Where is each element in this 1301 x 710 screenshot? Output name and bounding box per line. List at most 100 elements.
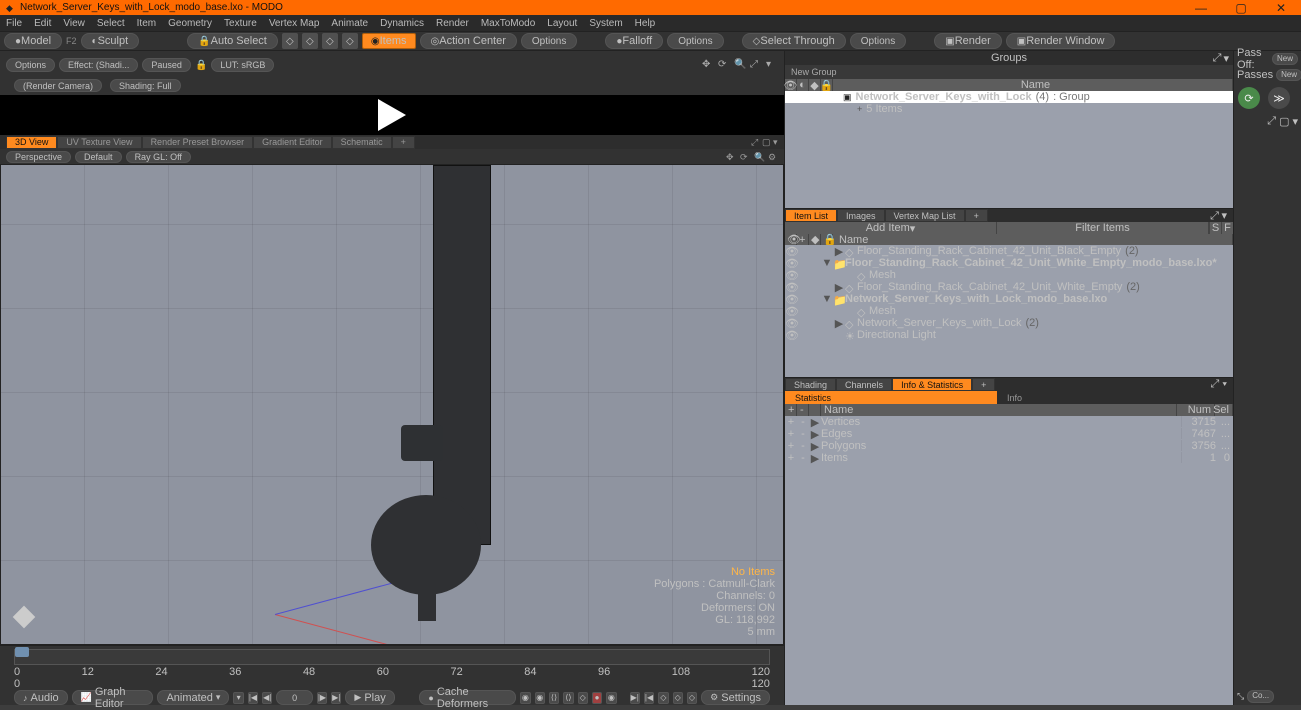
tl-icon-10[interactable]: ◇ bbox=[658, 692, 668, 704]
zoom-icon[interactable]: 🔍 bbox=[734, 59, 746, 71]
refresh-pass-icon[interactable]: ⟳ bbox=[1238, 87, 1260, 109]
render-window-button[interactable]: ▣ Render Window bbox=[1006, 33, 1116, 49]
tab-schematic[interactable]: Schematic bbox=[332, 136, 392, 149]
fr-menu-icon[interactable]: ▾ bbox=[1292, 115, 1298, 128]
options-button-3[interactable]: Options bbox=[850, 33, 906, 49]
expand-icon[interactable]: ⤢ bbox=[750, 59, 762, 71]
select-materials-icon[interactable]: ◇ bbox=[342, 33, 358, 49]
select-through-button[interactable]: ◇ Select Through bbox=[742, 33, 846, 49]
menu-select[interactable]: Select bbox=[97, 18, 125, 29]
tl-icon-9[interactable]: |◀ bbox=[644, 692, 654, 704]
goto-start-icon[interactable]: ▾ bbox=[233, 692, 243, 704]
cache-deformers-button[interactable]: ● Cache Deformers bbox=[419, 690, 516, 705]
play-pass-icon[interactable]: ≫ bbox=[1268, 87, 1290, 109]
menu-file[interactable]: File bbox=[6, 18, 22, 29]
stats-row[interactable]: +-▶ Edges7467... bbox=[785, 428, 1233, 440]
passes-new-button[interactable]: New bbox=[1276, 69, 1301, 81]
filter-items-input[interactable]: Filter Items bbox=[997, 222, 1209, 234]
raygl-toggle[interactable]: Ray GL: Off bbox=[126, 151, 191, 163]
menu-animate[interactable]: Animate bbox=[331, 18, 368, 29]
stats-row[interactable]: +-▶ Vertices3715... bbox=[785, 416, 1233, 428]
expand-bottom-icon[interactable]: ⤡ bbox=[1237, 691, 1244, 702]
tab-channels[interactable]: Channels bbox=[836, 378, 892, 391]
items-mode-button[interactable]: ◉ Items bbox=[362, 33, 416, 49]
shading-mode[interactable]: Shading: Full bbox=[110, 79, 181, 92]
tab-add-3[interactable]: + bbox=[972, 378, 995, 391]
options-button-2[interactable]: Options bbox=[667, 33, 723, 49]
stats-row[interactable]: +-▶ Items10 bbox=[785, 452, 1233, 464]
tl-icon-6[interactable]: ● bbox=[592, 692, 602, 704]
tab-uv-texture[interactable]: UV Texture View bbox=[57, 136, 141, 149]
perspective-dropdown[interactable]: Perspective bbox=[6, 151, 71, 163]
gear-icon[interactable]: ⚙ bbox=[768, 152, 778, 162]
tab-gradient-editor[interactable]: Gradient Editor bbox=[253, 136, 332, 149]
item-list-row[interactable]: 👁 ◇ Mesh bbox=[785, 305, 1233, 317]
animated-dropdown[interactable]: Animated ▾ bbox=[157, 690, 229, 705]
item-list-row[interactable]: 👁 ▼ 📁 Floor_Standing_Rack_Cabinet_42_Uni… bbox=[785, 257, 1233, 269]
menu-vertexmap[interactable]: Vertex Map bbox=[269, 18, 320, 29]
co-button[interactable]: Co... bbox=[1247, 690, 1274, 703]
render-button[interactable]: ▣ Render bbox=[934, 33, 1002, 49]
pass-new-button[interactable]: New bbox=[1272, 53, 1298, 65]
tab-shading[interactable]: Shading bbox=[785, 378, 836, 391]
vp-maximize-icon[interactable]: ▢ bbox=[762, 137, 773, 148]
menu-geometry[interactable]: Geometry bbox=[168, 18, 212, 29]
preview-lut[interactable]: LUT: sRGB bbox=[211, 58, 274, 72]
item-list-row[interactable]: 👁 ▶ ◇ Network_Server_Keys_with_Lock (2) bbox=[785, 317, 1233, 329]
prev-key-icon[interactable]: |◀ bbox=[248, 692, 258, 704]
tab-3d-view[interactable]: 3D View bbox=[6, 136, 57, 149]
group-subrow[interactable]: + 5 Items bbox=[785, 103, 1233, 115]
model-tab[interactable]: ● Model bbox=[4, 33, 62, 49]
menu-edit[interactable]: Edit bbox=[34, 18, 51, 29]
tab-add-2[interactable]: + bbox=[965, 209, 988, 222]
pan-icon[interactable]: ✥ bbox=[726, 152, 736, 162]
orbit-icon[interactable]: ⟳ bbox=[740, 152, 750, 162]
statistics-tab[interactable]: Statistics bbox=[785, 391, 997, 404]
new-group-button[interactable]: New Group bbox=[785, 65, 1233, 79]
sculpt-tab[interactable]: ◐ Sculpt bbox=[81, 33, 140, 49]
menu-texture[interactable]: Texture bbox=[224, 18, 257, 29]
preview-effect[interactable]: Effect: (Shadi... bbox=[59, 58, 138, 72]
lock-icon[interactable]: 🔒 bbox=[195, 60, 207, 71]
menu-render[interactable]: Render bbox=[436, 18, 469, 29]
options-button-1[interactable]: Options bbox=[521, 33, 577, 49]
timeline-playhead[interactable] bbox=[15, 647, 29, 657]
move-icon[interactable]: ✥ bbox=[702, 59, 714, 71]
stats-row[interactable]: +-▶ Polygons3756... bbox=[785, 440, 1233, 452]
menu-maxtomodo[interactable]: MaxToModo bbox=[481, 18, 535, 29]
close-button[interactable]: ✕ bbox=[1261, 0, 1301, 15]
menu-help[interactable]: Help bbox=[635, 18, 656, 29]
item-list-row[interactable]: 👁 ☀ Directional Light bbox=[785, 329, 1233, 341]
maximize-button[interactable]: ▢ bbox=[1221, 0, 1261, 15]
preview-pane[interactable] bbox=[0, 95, 784, 135]
render-camera[interactable]: (Render Camera) bbox=[14, 79, 102, 92]
tl-icon-8[interactable]: ▶| bbox=[630, 692, 640, 704]
tab-render-preset[interactable]: Render Preset Browser bbox=[142, 136, 254, 149]
preview-options[interactable]: Options bbox=[6, 58, 55, 72]
audio-button[interactable]: ♪ Audio bbox=[14, 690, 68, 705]
tl-icon-2[interactable]: ◉ bbox=[535, 692, 545, 704]
auto-select-toggle[interactable]: 🔒 Auto Select bbox=[187, 33, 278, 49]
filter-s[interactable]: S bbox=[1209, 222, 1221, 234]
groups-expand-icon[interactable]: ⤢ bbox=[1213, 52, 1222, 65]
tab-item-list[interactable]: Item List bbox=[785, 209, 837, 222]
default-shading[interactable]: Default bbox=[75, 151, 122, 163]
item-list-row[interactable]: 👁 ▼ 📁 Network_Server_Keys_with_Lock_modo… bbox=[785, 293, 1233, 305]
fr-expand-icon[interactable]: ⤢ bbox=[1267, 115, 1276, 128]
menu-dynamics[interactable]: Dynamics bbox=[380, 18, 424, 29]
view-gizmo[interactable] bbox=[11, 604, 41, 634]
preview-paused[interactable]: Paused bbox=[142, 58, 191, 72]
play-button[interactable]: ▶ Play bbox=[345, 690, 394, 705]
timeline-track[interactable] bbox=[14, 649, 770, 665]
frame-field[interactable]: 0 bbox=[276, 690, 312, 705]
item-list-row[interactable]: 👁 ▶ ◇ Floor_Standing_Rack_Cabinet_42_Uni… bbox=[785, 281, 1233, 293]
graph-editor-button[interactable]: 📈 Graph Editor bbox=[72, 690, 154, 705]
next-key-icon[interactable]: ▶| bbox=[331, 692, 341, 704]
info-menu-icon[interactable]: ▾ bbox=[1222, 378, 1227, 390]
falloff-button[interactable]: ● Falloff bbox=[605, 33, 663, 49]
menu-item[interactable]: Item bbox=[137, 18, 156, 29]
tab-images[interactable]: Images bbox=[837, 209, 885, 222]
groups-menu-icon[interactable]: ▾ bbox=[1223, 52, 1229, 65]
select-vertices-icon[interactable]: ◇ bbox=[282, 33, 298, 49]
menu-icon[interactable]: ▾ bbox=[766, 59, 778, 71]
